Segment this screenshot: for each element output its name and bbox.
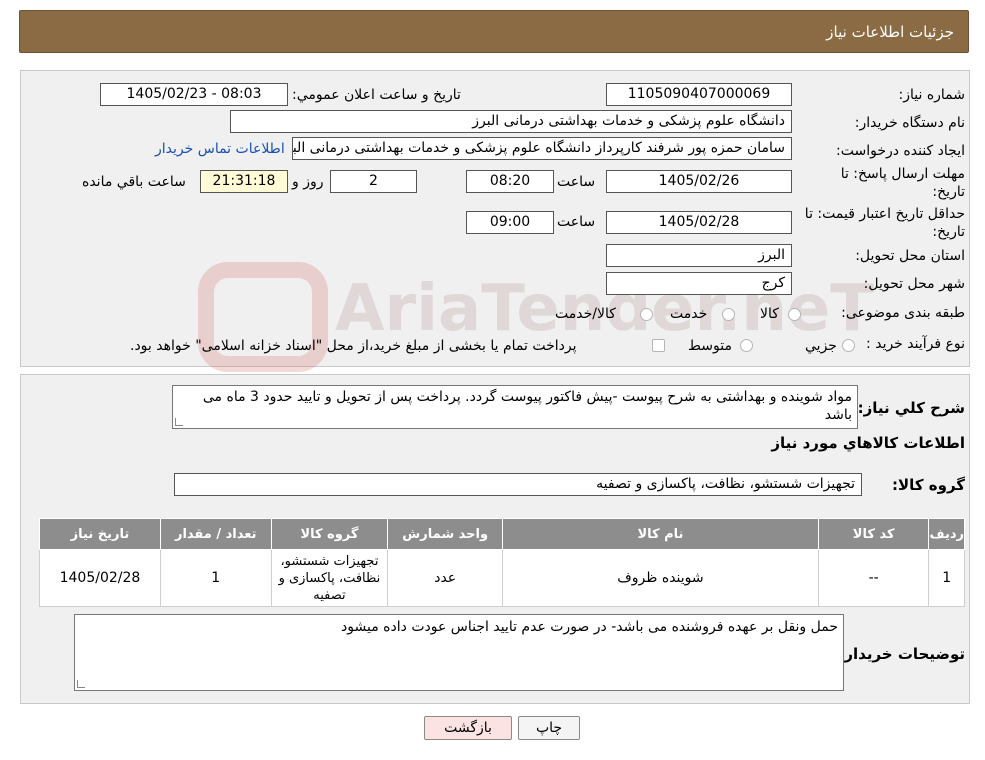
watermark-shield-icon	[198, 262, 328, 372]
col-quantity-header: تعداد / مقدار	[159, 518, 272, 550]
print-button[interactable]: چاپ	[518, 716, 580, 740]
deadline-label-date: تاريخ:	[932, 184, 965, 200]
cell-unit: عدد	[387, 549, 504, 607]
category-service-radio[interactable]	[722, 308, 735, 321]
table-header-row: رديف کد کالا نام کالا واحد شمارش گروه کا…	[39, 518, 965, 550]
description-textarea[interactable]: مواد شوینده و بهداشتی به شرح پیوست -پیش …	[172, 385, 858, 429]
need-number-field[interactable]: 1105090407000069	[606, 83, 792, 106]
description-label: شرح کلي نياز:	[857, 399, 965, 417]
buyer-notes-text: حمل ونقل بر عهده فروشنده می باشد- در صور…	[341, 619, 838, 635]
price-validity-time-label: ساعت	[557, 214, 596, 230]
province-label: استان محل تحويل:	[855, 248, 965, 264]
deadline-date-field[interactable]: 1405/02/26	[606, 170, 792, 193]
process-small-label: جزيي	[805, 338, 837, 354]
deadline-time-field[interactable]: 08:20	[466, 170, 554, 193]
creator-field[interactable]: سامان حمزه پور شرفند کارپرداز دانشگاه عل…	[292, 137, 792, 160]
buyer-org-field[interactable]: دانشگاه علوم پزشکی و خدمات بهداشتی درمان…	[230, 110, 792, 133]
price-validity-label-date: تاريخ:	[932, 224, 965, 240]
process-small-radio[interactable]	[842, 339, 855, 352]
category-goods-service-radio[interactable]	[640, 308, 653, 321]
need-number-label: شماره نیاز:	[898, 87, 966, 103]
process-medium-label: متوسط	[688, 338, 732, 354]
price-validity-label: حداقل تاريخ اعتبار قيمت: تا	[804, 206, 965, 222]
col-row-header: رديف	[928, 518, 965, 550]
goods-group-field[interactable]: تجهیزات شستشو، نظافت، پاکسازی و تصفیه	[174, 473, 862, 496]
city-field[interactable]: کرج	[606, 272, 792, 295]
process-payment-note: پرداخت تمام يا بخشی از مبلغ خريد،از محل …	[130, 338, 577, 354]
buyer-notes-label: توضيحات خريدار:	[838, 645, 965, 663]
table-row[interactable]: 1 -- شوینده ظروف عدد تجهیزات شستشو، نظاف…	[39, 549, 965, 607]
remaining-time-label: ساعت باقي مانده	[82, 174, 186, 190]
buyer-contact-link[interactable]: اطلاعات تماس خريدار	[155, 141, 285, 157]
category-goods-radio[interactable]	[788, 308, 801, 321]
creator-label: ايجاد کننده درخواست:	[836, 143, 965, 159]
resize-handle-icon[interactable]	[175, 418, 183, 426]
buyer-notes-textarea[interactable]: حمل ونقل بر عهده فروشنده می باشد- در صور…	[74, 614, 844, 691]
back-button[interactable]: بازگشت	[424, 716, 512, 740]
category-label: طبقه بندی موضوعی:	[841, 305, 965, 321]
col-group-header: گروه کالا	[270, 518, 389, 550]
days-remaining-field[interactable]: 2	[330, 170, 417, 193]
cell-name: شوینده ظروف	[502, 549, 819, 607]
announce-date-field[interactable]: 1405/02/23 - 08:03	[100, 83, 288, 106]
cell-row: 1	[928, 549, 965, 607]
remaining-time-field: 21:31:18	[200, 170, 288, 193]
page-header: جزئیات اطلاعات نیاز	[19, 10, 969, 53]
price-validity-time-field[interactable]: 09:00	[466, 211, 554, 234]
page-title: جزئیات اطلاعات نیاز	[826, 23, 954, 41]
category-service-label: خدمت	[670, 306, 708, 322]
buyer-org-label: نام دستگاه خريدار:	[854, 115, 965, 131]
col-code-header: کد کالا	[817, 518, 930, 550]
days-label: روز و	[292, 174, 324, 190]
announce-date-label: تاریخ و ساعت اعلان عمومي:	[292, 87, 461, 103]
col-unit-header: واحد شمارش	[387, 518, 504, 550]
col-name-header: نام کالا	[502, 518, 819, 550]
price-validity-date-field[interactable]: 1405/02/28	[606, 211, 792, 234]
city-label: شهر محل تحويل:	[863, 276, 965, 292]
category-goods-service-label: کالا/خدمت	[555, 306, 616, 322]
treasury-docs-checkbox[interactable]	[652, 339, 665, 352]
cell-date: 1405/02/28	[39, 549, 161, 607]
resize-handle-icon[interactable]	[77, 680, 85, 688]
watermark-logo	[198, 262, 328, 372]
process-type-label: نوع فرآیند خرید :	[866, 336, 965, 352]
goods-table: رديف کد کالا نام کالا واحد شمارش گروه کا…	[39, 518, 965, 607]
category-goods-label: کالا	[760, 306, 779, 322]
goods-info-title: اطلاعات کالاهاي مورد نياز	[771, 434, 965, 452]
cell-quantity: 1	[159, 549, 272, 607]
province-field[interactable]: البرز	[606, 244, 792, 267]
cell-code: --	[817, 549, 930, 607]
description-text: مواد شوینده و بهداشتی به شرح پیوست -پیش …	[202, 389, 852, 423]
process-medium-radio[interactable]	[740, 339, 753, 352]
deadline-label: مهلت ارسال پاسخ: تا	[840, 166, 965, 182]
cell-group: تجهیزات شستشو، نظافت، پاکسازی و تصفیه	[270, 549, 389, 607]
goods-group-label: گروه کالا:	[892, 476, 965, 494]
col-date-header: تاريخ نياز	[39, 518, 161, 550]
deadline-time-label: ساعت	[557, 174, 596, 190]
